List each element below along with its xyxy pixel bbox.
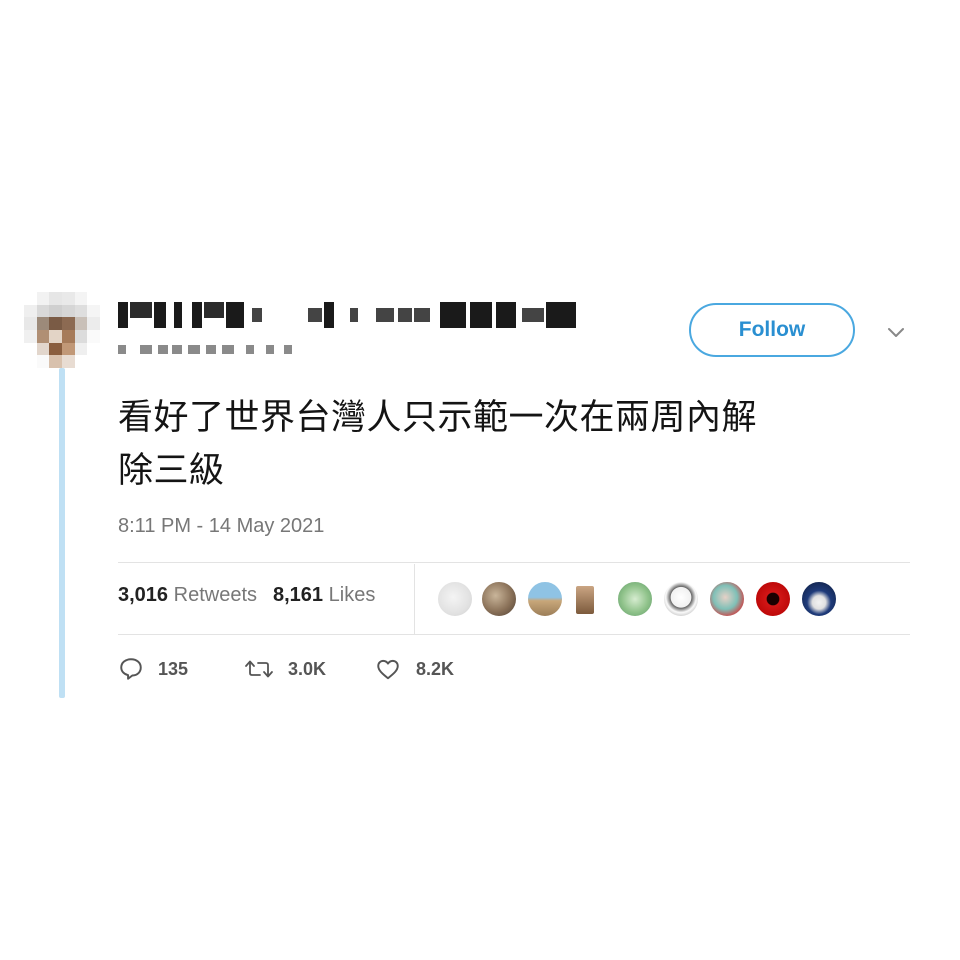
liker-avatar[interactable] [480, 580, 518, 618]
avatar[interactable] [24, 292, 100, 368]
likes-label: Likes [328, 584, 376, 606]
author-display-name[interactable] [118, 302, 588, 328]
author-handle-text [118, 342, 119, 343]
speech-bubble-icon [120, 658, 142, 680]
divider-top [118, 562, 910, 563]
liker-avatar[interactable] [526, 580, 564, 618]
likes-stat[interactable]: 8,161 Likes [273, 584, 375, 607]
action-bar: 135 3.0K 8.2K [118, 656, 618, 688]
tweet-card: Follow 看好了世界台灣人只示範一次在兩周內解 除三級 8:11 PM - … [0, 0, 960, 960]
engagement-stats: 3,016 Retweets 8,161 Likes [118, 584, 375, 607]
retweet-arrows-icon [245, 660, 273, 678]
retweets-label: Retweets [173, 584, 257, 606]
liker-avatar[interactable] [800, 580, 838, 618]
likes-count: 8,161 [273, 584, 324, 606]
stats-separator [414, 564, 415, 634]
like-count: 8.2K [416, 658, 455, 679]
liker-avatar[interactable] [754, 580, 792, 618]
liker-avatar[interactable] [436, 580, 474, 618]
tweet-text-line-1: 看好了世界台灣人只示範一次在兩周內解 [118, 398, 758, 438]
tweet-timestamp[interactable]: 8:11 PM - 14 May 2021 [118, 515, 324, 538]
tweet-text-line-2: 除三級 [118, 451, 225, 491]
liker-avatar[interactable] [708, 580, 746, 618]
chevron-down-icon[interactable] [884, 320, 908, 344]
heart-icon [377, 659, 399, 680]
retweet-button[interactable]: 3.0K [244, 656, 326, 682]
follow-button-label: Follow [738, 318, 806, 341]
like-button[interactable]: 8.2K [374, 656, 454, 682]
follow-button[interactable]: Follow [689, 303, 855, 357]
liker-avatar[interactable] [574, 584, 596, 616]
retweets-count: 3,016 [118, 584, 169, 606]
divider-bottom [118, 634, 910, 635]
author-handle[interactable] [118, 342, 298, 356]
reply-count: 135 [158, 658, 189, 679]
thread-line [59, 368, 65, 698]
retweet-count: 3.0K [288, 658, 327, 679]
retweets-stat[interactable]: 3,016 Retweets [118, 584, 257, 607]
liker-avatar[interactable] [662, 580, 700, 618]
reply-button[interactable]: 135 [118, 656, 188, 682]
liker-avatar[interactable] [616, 580, 654, 618]
tweet-text: 看好了世界台灣人只示範一次在兩周內解 除三級 [118, 392, 908, 498]
